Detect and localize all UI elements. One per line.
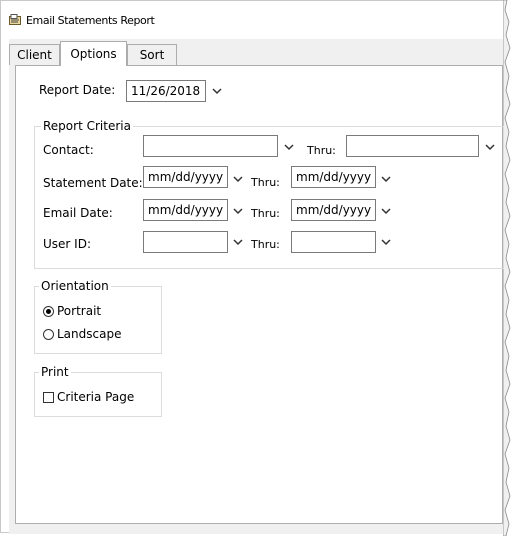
portrait-radio[interactable]	[43, 306, 54, 317]
chevron-down-icon[interactable]	[284, 144, 294, 151]
tab-options[interactable]: Options	[60, 41, 127, 66]
contact-to-field[interactable]	[346, 135, 479, 157]
print-legend: Print	[39, 365, 71, 379]
report-window: Email Statements Report Client Options S…	[0, 0, 504, 534]
email-date-to-field[interactable]: mm/dd/yyyy	[291, 199, 376, 221]
landscape-radio[interactable]	[43, 329, 54, 340]
chevron-down-icon[interactable]	[233, 239, 243, 246]
user-id-from-field[interactable]	[143, 231, 228, 253]
statement-date-from-field[interactable]: mm/dd/yyyy	[143, 166, 228, 188]
contact-from-field[interactable]	[143, 135, 278, 157]
report-date-field[interactable]: 11/26/2018	[126, 80, 206, 102]
portrait-label[interactable]: Portrait	[57, 304, 101, 318]
window-title: Email Statements Report	[26, 14, 155, 27]
tab-client[interactable]: Client	[9, 44, 60, 65]
chevron-down-icon[interactable]	[381, 208, 391, 215]
chevron-down-icon[interactable]	[233, 176, 243, 183]
email-date-from-field[interactable]: mm/dd/yyyy	[143, 199, 228, 221]
criteria-page-label[interactable]: Criteria Page	[57, 390, 134, 404]
chevron-down-icon[interactable]	[381, 239, 391, 246]
thru-label: Thru:	[251, 176, 280, 189]
torn-edge-decoration	[503, 0, 511, 536]
tab-label: Client	[17, 48, 52, 62]
criteria-page-checkbox[interactable]	[43, 392, 54, 403]
user-id-label: User ID:	[43, 237, 91, 251]
landscape-label[interactable]: Landscape	[57, 327, 121, 341]
tab-sort[interactable]: Sort	[127, 44, 177, 65]
orientation-group: Orientation	[34, 279, 162, 354]
orientation-legend: Orientation	[39, 279, 111, 293]
statement-date-to-field[interactable]: mm/dd/yyyy	[291, 166, 376, 188]
thru-label: Thru:	[251, 238, 280, 251]
report-date-label: Report Date:	[39, 83, 116, 97]
chevron-down-icon[interactable]	[212, 88, 222, 95]
tab-label: Options	[70, 47, 117, 61]
statement-date-label: Statement Date:	[43, 176, 143, 190]
contact-label: Contact:	[43, 143, 94, 157]
report-criteria-legend: Report Criteria	[41, 119, 133, 133]
chevron-down-icon[interactable]	[381, 176, 391, 183]
status-bar	[9, 528, 503, 534]
title-bar: Email Statements Report	[1, 1, 503, 39]
chevron-down-icon[interactable]	[485, 144, 495, 151]
radio-dot-icon	[46, 309, 51, 314]
thru-label: Thru:	[307, 144, 336, 157]
report-icon	[9, 14, 21, 25]
chevron-down-icon[interactable]	[233, 208, 243, 215]
tab-label: Sort	[139, 48, 165, 62]
email-date-label: Email Date:	[43, 206, 113, 220]
thru-label: Thru:	[251, 207, 280, 220]
user-id-to-field[interactable]	[291, 231, 376, 253]
